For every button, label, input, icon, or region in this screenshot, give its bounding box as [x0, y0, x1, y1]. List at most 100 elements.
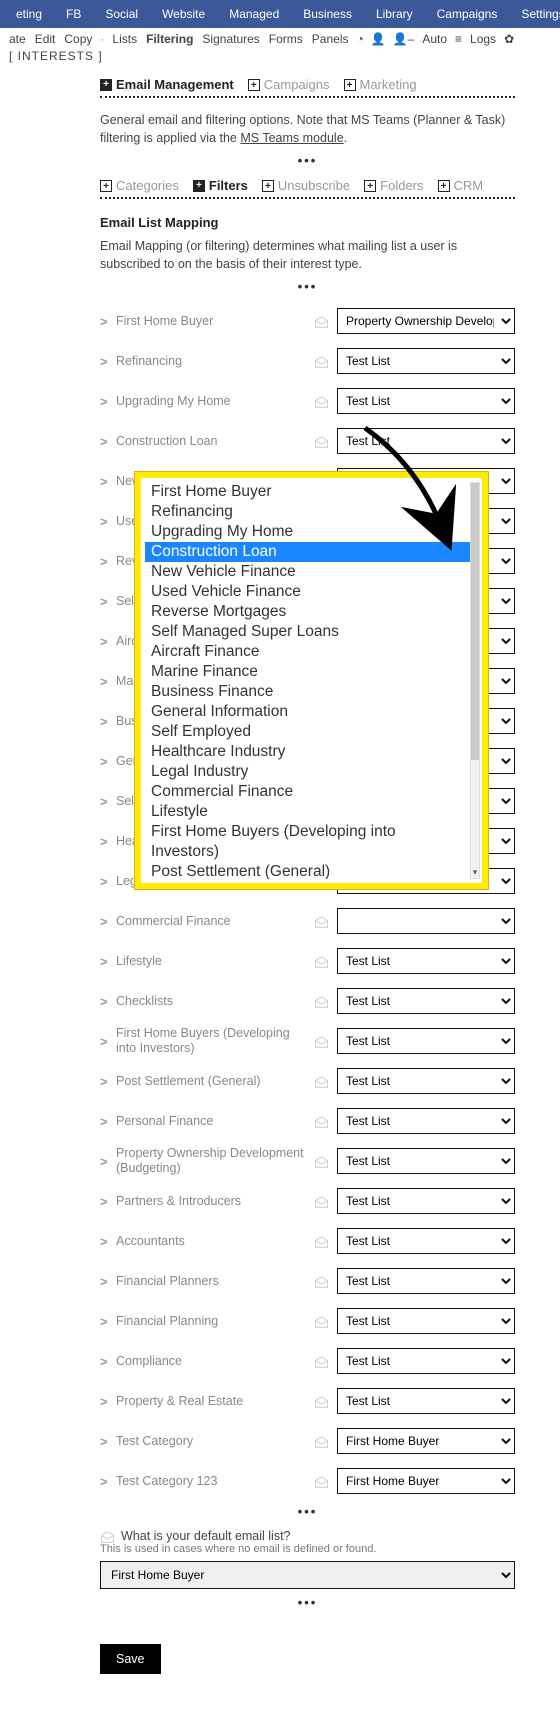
- toolbar-interests[interactable]: [ INTERESTS ]: [6, 49, 106, 63]
- mapping-select[interactable]: Test List: [337, 1148, 515, 1174]
- dropdown-option[interactable]: Healthcare Industry: [145, 742, 472, 762]
- mapping-select[interactable]: Test List: [337, 1228, 515, 1254]
- mapping-select[interactable]: Test List: [337, 388, 515, 414]
- mapping-select[interactable]: Test List: [337, 1188, 515, 1214]
- topnav-item[interactable]: Settings: [509, 7, 560, 21]
- section-title: Email List Mapping: [100, 215, 515, 230]
- dropdown-option[interactable]: Post Settlement (General): [145, 862, 472, 879]
- pie-chart-icon[interactable]: ◔: [355, 32, 366, 46]
- sub-tab[interactable]: +Folders: [364, 178, 423, 193]
- toolbar-filtering[interactable]: Filtering: [143, 32, 196, 46]
- section-desc: Email Mapping (or filtering) determines …: [100, 238, 515, 273]
- toolbar-panels[interactable]: Panels: [309, 32, 352, 46]
- topnav-item[interactable]: Library: [364, 7, 425, 21]
- dropdown-option[interactable]: General Information: [145, 702, 472, 722]
- mapping-select[interactable]: Test List: [337, 1028, 515, 1054]
- topnav-item[interactable]: Business: [291, 7, 364, 21]
- dropdown-option[interactable]: Commercial Finance: [145, 782, 472, 802]
- plus-icon: +: [344, 79, 356, 91]
- default-list-select[interactable]: First Home Buyer: [100, 1561, 515, 1589]
- sub-tab[interactable]: +Categories: [100, 178, 179, 193]
- tab-label: Marketing: [360, 77, 417, 92]
- toolbar-logs[interactable]: Logs: [467, 32, 499, 46]
- envelope-icon: [314, 1153, 329, 1169]
- mapping-select[interactable]: Test List: [337, 988, 515, 1014]
- chevron-right-icon: >: [100, 954, 108, 969]
- mapping-select[interactable]: Test List: [337, 1388, 515, 1414]
- scrollbar[interactable]: ▴ ▾: [470, 482, 480, 879]
- dropdown-option[interactable]: Business Finance: [145, 682, 472, 702]
- save-button[interactable]: Save: [100, 1644, 161, 1674]
- mapping-select[interactable]: First Home Buyer: [337, 1468, 515, 1494]
- dropdown-option[interactable]: Marine Finance: [145, 662, 472, 682]
- chevron-right-icon: >: [100, 834, 108, 849]
- chevron-right-icon: >: [100, 1474, 108, 1489]
- envelope-icon: [314, 1073, 329, 1089]
- dropdown-option[interactable]: Legal Industry: [145, 762, 472, 782]
- sub-tab[interactable]: +Unsubscribe: [262, 178, 350, 193]
- envelope-open-icon: [100, 1529, 115, 1543]
- topnav-item[interactable]: Campaigns: [425, 7, 510, 21]
- toolbar-signatures[interactable]: Signatures: [199, 32, 262, 46]
- mapping-select[interactable]: First Home Buyer: [337, 1428, 515, 1454]
- chevron-right-icon: >: [100, 1234, 108, 1249]
- person-icon[interactable]: 👤: [369, 32, 388, 46]
- topnav-item[interactable]: FB: [54, 7, 93, 21]
- mapping-select[interactable]: Test List: [337, 1068, 515, 1094]
- dots-separator: •••: [100, 153, 515, 168]
- chevron-right-icon: >: [100, 1154, 108, 1169]
- mapping-select[interactable]: Test List: [337, 1308, 515, 1334]
- dropdown-option[interactable]: First Home Buyers (Developing into Inves…: [145, 822, 472, 862]
- envelope-icon: [314, 1033, 329, 1049]
- mapping-label: Lifestyle: [116, 954, 306, 969]
- manager-tab[interactable]: +Campaigns: [248, 77, 330, 92]
- mapping-label: Test Category: [116, 1434, 306, 1449]
- toolbar-auto[interactable]: Auto: [419, 32, 450, 46]
- sub-tab[interactable]: +Filters: [193, 178, 248, 193]
- dropdown-option[interactable]: Self Managed Super Loans: [145, 622, 472, 642]
- mapping-row: >Test CategoryFirst Home Buyer: [100, 1424, 515, 1458]
- topnav-item[interactable]: Website: [150, 7, 217, 21]
- toolbar-lists[interactable]: Lists: [109, 32, 140, 46]
- topnav-item[interactable]: eting: [4, 7, 54, 21]
- topnav-item[interactable]: Social: [93, 7, 150, 21]
- mapping-select[interactable]: Test List: [337, 1268, 515, 1294]
- envelope-icon: [314, 1473, 329, 1489]
- mapping-row: >Personal FinanceTest List: [100, 1104, 515, 1138]
- dropdown-option[interactable]: Reverse Mortgages: [145, 602, 472, 622]
- toolbar: ate Edit Copy Lists Filtering Signatures…: [0, 28, 560, 67]
- chevron-right-icon: >: [100, 1034, 108, 1049]
- chevron-right-icon: >: [100, 314, 108, 329]
- scroll-down-arrow[interactable]: ▾: [471, 867, 479, 879]
- envelope-icon: [314, 433, 329, 449]
- manager-tab[interactable]: + Marketing: [344, 77, 417, 92]
- manager-tab[interactable]: +Email Management: [100, 77, 234, 92]
- mapping-select[interactable]: Property Ownership Develop: [337, 308, 515, 334]
- mapping-select[interactable]: Test List: [337, 1348, 515, 1374]
- dropdown-option[interactable]: New Vehicle Finance: [145, 562, 472, 582]
- mapping-row: > Lifestyle Test List: [100, 944, 515, 978]
- mapping-select[interactable]: Test List: [337, 948, 515, 974]
- toolbar-edit[interactable]: Edit: [32, 32, 59, 46]
- toolbar-cut[interactable]: ate: [6, 32, 29, 46]
- mapping-label: First Home Buyer: [116, 314, 306, 329]
- sub-tab[interactable]: +CRM: [438, 178, 484, 193]
- dropdown-option[interactable]: Aircraft Finance: [145, 642, 472, 662]
- gear-icon[interactable]: ✿: [502, 32, 516, 46]
- ms-teams-link[interactable]: MS Teams module: [240, 131, 343, 145]
- mapping-select[interactable]: [337, 908, 515, 934]
- dropdown-option[interactable]: Self Employed: [145, 722, 472, 742]
- scroll-thumb[interactable]: [471, 483, 479, 760]
- topnav-item[interactable]: Managed: [217, 7, 291, 21]
- mapping-label: Financial Planning: [116, 1314, 306, 1329]
- menu-icon[interactable]: ≡: [453, 32, 464, 46]
- mapping-select[interactable]: Test List: [337, 348, 515, 374]
- person-remove-icon[interactable]: 👤–: [391, 32, 417, 46]
- default-question-text: What is your default email list?: [121, 1529, 291, 1543]
- mapping-label: Upgrading My Home: [116, 394, 306, 409]
- dropdown-option[interactable]: Lifestyle: [145, 802, 472, 822]
- mapping-select[interactable]: Test List: [337, 1108, 515, 1134]
- toolbar-copy[interactable]: Copy: [61, 32, 95, 46]
- toolbar-forms[interactable]: Forms: [266, 32, 306, 46]
- dropdown-option[interactable]: Used Vehicle Finance: [145, 582, 472, 602]
